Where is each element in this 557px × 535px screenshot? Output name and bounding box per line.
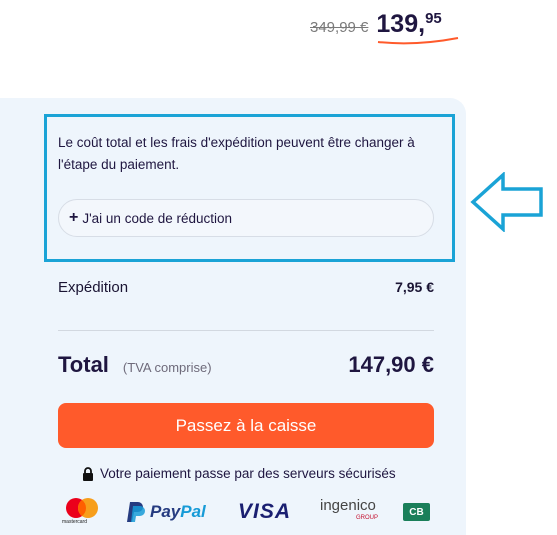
vat-label: (TVA comprise) [122, 360, 212, 375]
paypal-logo: PayPal [126, 501, 206, 523]
plus-icon: + [69, 209, 79, 226]
shipping-row: Expédition 7,95 € [58, 279, 434, 296]
shipping-value: 7,95 € [395, 279, 434, 295]
ingenico-wordmark: ingenico [320, 497, 376, 514]
ingenico-group-label: GROUP [356, 515, 379, 521]
mastercard-label: mastercard [62, 519, 88, 525]
paypal-pal: Pal [180, 502, 206, 521]
paypal-icon [127, 502, 145, 522]
ingenico-logo: ingenico GROUP [320, 497, 378, 521]
new-price: 139,95 [376, 10, 459, 45]
arrow-left-icon [470, 172, 543, 232]
visa-logo: VISA [238, 500, 292, 523]
discount-code-label: J'ai un code de réduction [82, 210, 233, 226]
paypal-wordmark: PayPal [150, 502, 206, 522]
shipping-info-text: Le coût total et les frais d'expédition … [58, 135, 415, 172]
cb-logo: CB [403, 503, 430, 521]
old-price: 349,99 € [310, 19, 369, 36]
checkout-button[interactable]: Passez à la caisse [58, 403, 434, 448]
secure-payment-text: Votre paiement passe par des serveurs sé… [100, 466, 396, 481]
new-price-integer: 139, [376, 10, 426, 38]
total-value: 147,90 € [348, 352, 434, 377]
total-row: Total (TVA comprise) 147,90 € [58, 352, 434, 378]
new-price-cents: 95 [425, 10, 442, 27]
price-underline-decoration [378, 37, 459, 45]
lock-icon [83, 466, 93, 481]
paypal-pay: Pay [150, 502, 181, 521]
divider [58, 330, 434, 331]
payment-methods: mastercard PayPal VISA ingenico GROUP CB [58, 495, 438, 529]
product-price: 349,99 € 139,95 [310, 10, 459, 45]
total-label: Total [58, 352, 109, 377]
secure-payment-notice: Votre paiement passe par des serveurs sé… [82, 466, 396, 481]
shipping-label: Expédition [58, 279, 129, 296]
discount-code-button[interactable]: + J'ai un code de réduction [58, 199, 434, 237]
